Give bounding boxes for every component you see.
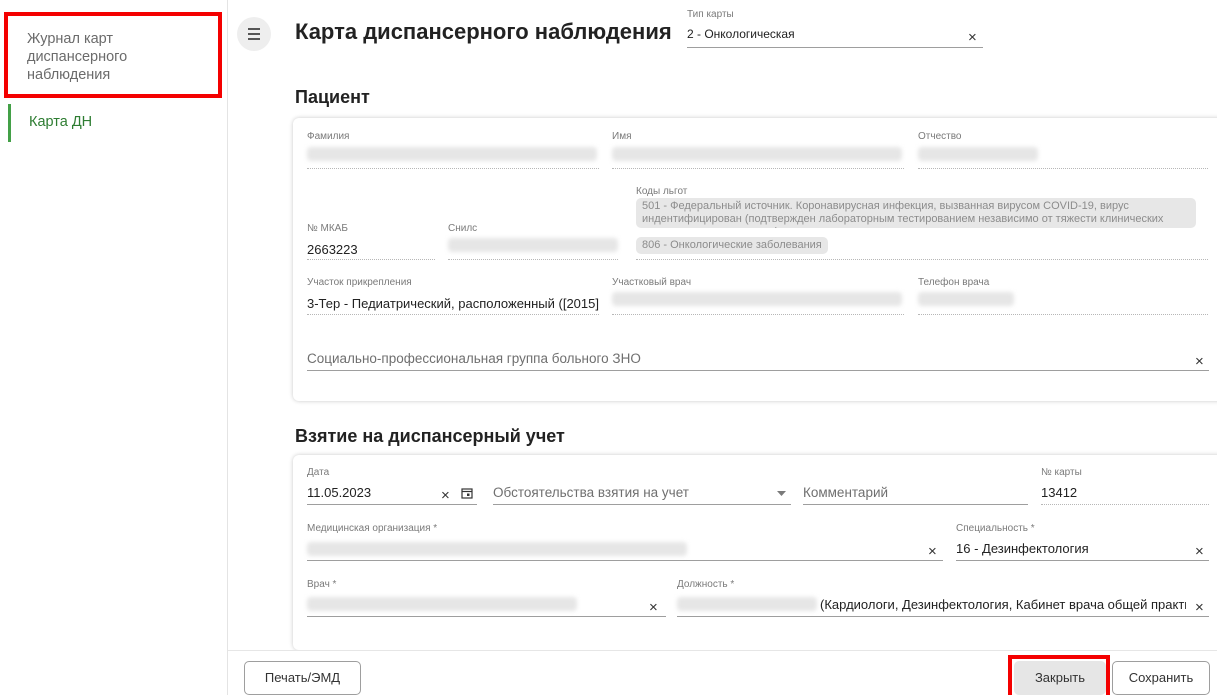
doctor-phone-label: Телефон врача <box>918 277 990 288</box>
menu-icon-line <box>248 38 260 40</box>
registration-section-title: Взятие на диспансерный учет <box>295 426 565 446</box>
area-label: Участок прикрепления <box>307 277 412 288</box>
card-type-select[interactable]: 2 - Онкологическая <box>687 27 795 41</box>
doctor-value <box>307 597 577 611</box>
patient-section-title: Пациент <box>295 87 370 107</box>
clear-position-icon[interactable]: × <box>1195 600 1204 615</box>
area-value: 3-Тер - Педиатрический, расположенный ([… <box>307 296 599 311</box>
mkab-label: № МКАБ <box>307 223 348 234</box>
doctor-phone-line <box>918 314 1208 315</box>
surname-value <box>307 147 597 161</box>
surname-line <box>307 168 599 169</box>
social-group-underline <box>307 370 1209 371</box>
surname-label: Фамилия <box>307 131 350 142</box>
card-type-underline <box>687 47 983 48</box>
name-line <box>612 168 904 169</box>
card-number-line <box>1041 504 1209 505</box>
comment-underline <box>803 504 1028 505</box>
menu-button[interactable] <box>237 17 271 51</box>
position-label: Должность * <box>677 579 735 590</box>
close-button[interactable]: Закрыть <box>1014 661 1106 695</box>
mkab-line <box>307 259 435 260</box>
med-org-value <box>307 542 687 556</box>
clear-date-icon[interactable]: × <box>441 488 450 503</box>
menu-icon <box>248 28 260 30</box>
circumstances-underline <box>493 504 791 505</box>
patronymic-value <box>918 147 1038 161</box>
sidebar-item-journal[interactable]: Журнал карт диспансерного наблюдения <box>27 30 197 84</box>
doctor-label: Врач * <box>307 579 337 590</box>
patronymic-line <box>918 168 1208 169</box>
calendar-icon[interactable] <box>461 487 473 499</box>
name-label: Имя <box>612 131 632 142</box>
district-doctor-line <box>612 314 904 315</box>
date-label: Дата <box>307 467 330 478</box>
clear-med-org-icon[interactable]: × <box>928 544 937 559</box>
app-root: Журнал карт диспансерного наблюдения Кар… <box>0 0 1217 695</box>
sidebar-item-card[interactable]: Карта ДН <box>8 104 208 142</box>
name-value <box>612 147 902 161</box>
date-underline <box>307 504 477 505</box>
mkab-value: 2663223 <box>307 242 358 257</box>
snils-value <box>448 238 618 252</box>
menu-icon-line <box>248 33 260 35</box>
card-type-label: Тип карты <box>687 9 734 20</box>
social-group-select[interactable]: Социально-профессиональная группа больно… <box>307 351 641 366</box>
position-select[interactable]: (Кардиологи, Дезинфектология, Кабинет вр… <box>820 597 1186 612</box>
comment-input[interactable]: Комментарий <box>803 485 888 500</box>
patronymic-label: Отчество <box>918 131 962 142</box>
clear-doctor-icon[interactable]: × <box>649 600 658 615</box>
doctor-underline <box>307 616 666 617</box>
specialty-label: Специальность * <box>956 523 1035 534</box>
position-underline <box>677 616 1209 617</box>
page-title: Карта диспансерного наблюдения <box>295 19 672 44</box>
snils-label: Снилс <box>448 223 478 234</box>
circumstances-select[interactable]: Обстоятельства взятия на учет <box>493 485 689 500</box>
district-doctor-value <box>612 292 902 306</box>
benefit-code-chip: 501 - Федеральный источник. Коронавирусн… <box>636 198 1196 228</box>
clear-specialty-icon[interactable]: × <box>1195 544 1204 559</box>
benefit-code-chip: 806 - Онкологические заболевания <box>636 237 828 254</box>
district-doctor-label: Участковый врач <box>612 277 692 288</box>
med-org-underline <box>307 560 943 561</box>
date-input[interactable]: 11.05.2023 <box>307 485 371 500</box>
specialty-underline <box>956 560 1209 561</box>
clear-card-type-icon[interactable]: × <box>968 30 977 45</box>
chevron-down-icon[interactable] <box>777 491 786 497</box>
sidebar: Журнал карт диспансерного наблюдения Кар… <box>0 0 228 695</box>
snils-line <box>448 259 618 260</box>
benefit-codes-line <box>636 259 1208 260</box>
card-number-value: 13412 <box>1041 485 1078 500</box>
doctor-phone-value <box>918 292 1014 306</box>
benefit-codes-label: Коды льгот <box>636 186 688 197</box>
save-button[interactable]: Сохранить <box>1112 661 1210 695</box>
card-number-label: № карты <box>1041 467 1082 478</box>
med-org-label: Медицинская организация * <box>307 523 438 534</box>
print-emd-button[interactable]: Печать/ЭМД <box>244 661 361 695</box>
area-line <box>307 314 599 315</box>
position-value-blurred <box>677 597 817 611</box>
specialty-select[interactable]: 16 - Дезинфектология <box>956 541 1089 556</box>
clear-social-group-icon[interactable]: × <box>1195 354 1204 369</box>
